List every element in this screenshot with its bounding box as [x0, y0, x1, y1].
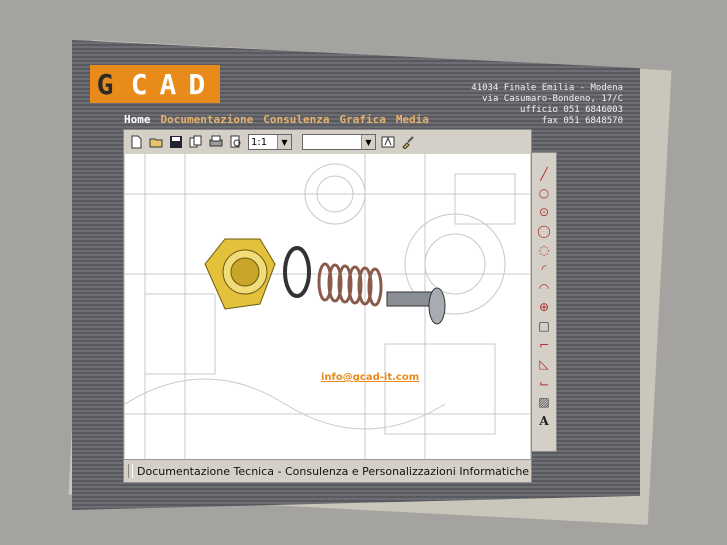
technical-drawing	[125, 154, 530, 459]
crosshair-icon[interactable]: ⊕	[535, 298, 553, 316]
chevron-down-icon: ▼	[277, 135, 291, 149]
logo-letter-g: G	[90, 65, 120, 103]
chevron-down-icon: ▼	[361, 135, 375, 149]
nav-documentazione[interactable]: Documentazione	[161, 113, 254, 126]
circle-icon[interactable]: ○	[535, 184, 553, 202]
drawing-canvas[interactable]: info@gcad-it.com	[125, 154, 530, 459]
zoom-select[interactable]: 1:1 ▼	[248, 134, 292, 150]
ellipse-icon[interactable]: ◯	[535, 222, 553, 240]
address-fax: fax 051 6848570	[541, 116, 623, 126]
address-street: via Casumaro-Bondeno, 17/C	[482, 94, 623, 104]
text-style-icon[interactable]	[380, 134, 396, 150]
status-text: Documentazione Tecnica - Consulenza e Pe…	[137, 464, 530, 478]
bolt	[386, 287, 446, 325]
nav-home[interactable]: Home	[124, 113, 151, 126]
text-icon[interactable]: A	[535, 412, 553, 430]
copy-icon[interactable]	[188, 134, 204, 150]
brush-icon[interactable]	[400, 134, 416, 150]
main-nav: Home Documentazione Consulenza Grafica M…	[124, 113, 429, 126]
status-grip	[128, 464, 133, 478]
print-icon[interactable]	[208, 134, 224, 150]
cad-toolbar: 1:1 ▼ ▼	[124, 130, 531, 154]
address-office-phone: ufficio 051 6846003	[520, 105, 623, 115]
spring	[317, 262, 383, 307]
drawing-tools-panel: ╱ ○ ⊙ ◯ ◌ ◜ ◠ ⊕ □ ⌐ ◺ ⌙ ▨ A	[531, 152, 557, 452]
chamfer-icon[interactable]: ◺	[535, 355, 553, 373]
arc-icon[interactable]: ◜	[535, 260, 553, 278]
email-link[interactable]: info@gcad-it.com	[321, 372, 419, 383]
offset-icon[interactable]: ⌙	[535, 374, 553, 392]
print-preview-icon[interactable]	[228, 134, 244, 150]
fillet-icon[interactable]: ⌐	[535, 336, 553, 354]
nav-grafica[interactable]: Grafica	[339, 113, 385, 126]
hatch-icon[interactable]: ▨	[535, 393, 553, 411]
line-icon[interactable]: ╱	[535, 165, 553, 183]
address-city: 41034 Finale Emilia - Modena	[471, 83, 623, 93]
status-bar: Documentazione Tecnica - Consulenza e Pe…	[124, 459, 531, 482]
arc-center-icon[interactable]: ◠	[535, 279, 553, 297]
new-file-icon[interactable]	[128, 134, 144, 150]
nav-media[interactable]: Media	[396, 113, 429, 126]
gcad-logo[interactable]: G CAD	[90, 65, 220, 103]
layer-select[interactable]: ▼	[302, 134, 376, 150]
cad-window: 1:1 ▼ ▼ info@gcad-it.com Documentazione …	[123, 129, 532, 483]
washer	[283, 246, 311, 298]
circle-center-icon[interactable]: ⊙	[535, 203, 553, 221]
save-icon[interactable]	[168, 134, 184, 150]
open-folder-icon[interactable]	[148, 134, 164, 150]
circle-tangent-icon[interactable]: ◌	[535, 241, 553, 259]
company-address: 41034 Finale Emilia - Modena via Casumar…	[471, 83, 623, 127]
rectangle-icon[interactable]: □	[535, 317, 553, 335]
logo-letters-cad: CAD	[120, 65, 220, 103]
zoom-value: 1:1	[251, 136, 268, 148]
nav-consulenza[interactable]: Consulenza	[263, 113, 329, 126]
